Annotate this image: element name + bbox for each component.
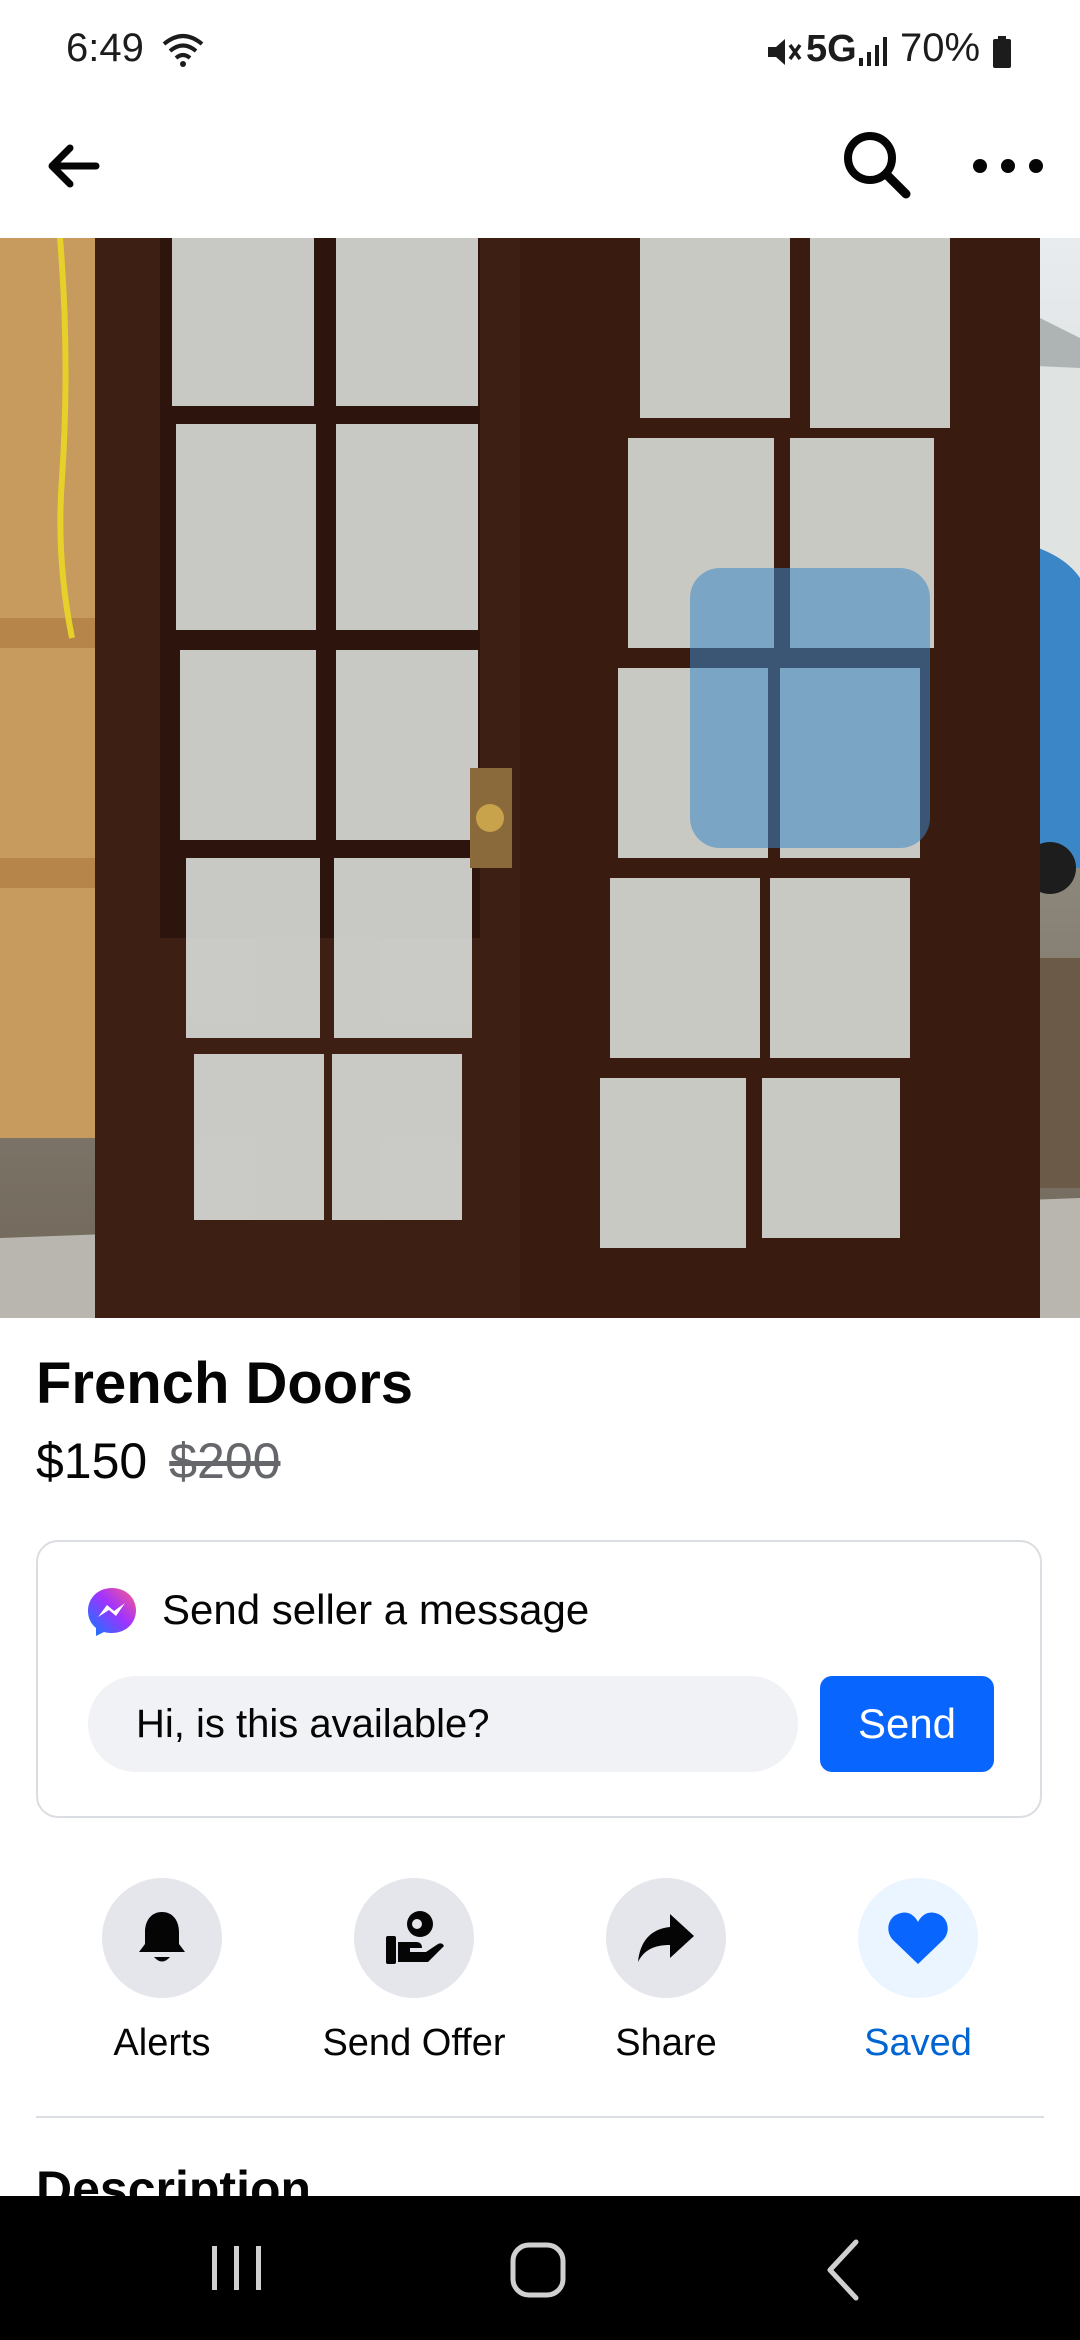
system-navigation-bar xyxy=(0,2196,1080,2340)
listing-photo[interactable] xyxy=(0,238,1080,1318)
saved-label: Saved xyxy=(864,2022,972,2064)
bell-icon xyxy=(139,1912,185,1962)
action-row: Alerts Send Offer Share Saved xyxy=(0,1878,1080,2078)
system-back-icon[interactable] xyxy=(820,2236,864,2304)
send-offer-button[interactable]: Send Offer xyxy=(288,1878,540,2078)
current-price: $150 xyxy=(36,1433,148,1489)
alerts-label: Alerts xyxy=(113,2022,211,2064)
heart-icon xyxy=(888,1912,948,1964)
battery-label: 70% xyxy=(900,26,981,70)
messenger-icon xyxy=(88,1588,136,1636)
mute-icon xyxy=(768,39,802,65)
message-input[interactable] xyxy=(88,1676,798,1772)
share-icon xyxy=(638,1914,694,1962)
saved-button[interactable]: Saved xyxy=(792,1878,1044,2078)
french-doors-image xyxy=(0,238,1080,1318)
more-options-icon[interactable] xyxy=(966,130,1050,202)
status-time: 6:49 xyxy=(66,26,144,70)
offer-icon xyxy=(386,1911,444,1964)
status-bar: 6:49 5G 70% xyxy=(0,0,1080,100)
message-heading: Send seller a message xyxy=(162,1586,590,1633)
home-icon[interactable] xyxy=(508,2240,568,2300)
send-offer-label: Send Offer xyxy=(322,2022,506,2064)
send-button[interactable]: Send xyxy=(820,1676,994,1772)
back-arrow-icon[interactable] xyxy=(36,130,108,202)
message-seller-card: Send seller a message Send xyxy=(36,1540,1042,1818)
network-label: 5G xyxy=(806,28,857,70)
alerts-circle[interactable] xyxy=(102,1878,222,1998)
price-row: $150 $200 xyxy=(36,1432,280,1490)
share-circle[interactable] xyxy=(606,1878,726,1998)
search-icon[interactable] xyxy=(836,124,916,204)
section-divider xyxy=(36,2116,1044,2118)
listing-title: French Doors xyxy=(36,1351,414,1416)
original-price: $200 xyxy=(169,1433,281,1489)
alerts-button[interactable]: Alerts xyxy=(36,1878,288,2078)
battery-icon xyxy=(993,36,1011,68)
top-app-bar xyxy=(0,100,1080,238)
saved-circle[interactable] xyxy=(858,1878,978,1998)
share-button[interactable]: Share xyxy=(540,1878,792,2078)
share-label: Share xyxy=(615,2022,717,2064)
wifi-icon xyxy=(162,34,204,67)
recent-apps-icon[interactable] xyxy=(204,2242,270,2294)
signal-icon xyxy=(859,37,887,66)
send-offer-circle[interactable] xyxy=(354,1878,474,1998)
